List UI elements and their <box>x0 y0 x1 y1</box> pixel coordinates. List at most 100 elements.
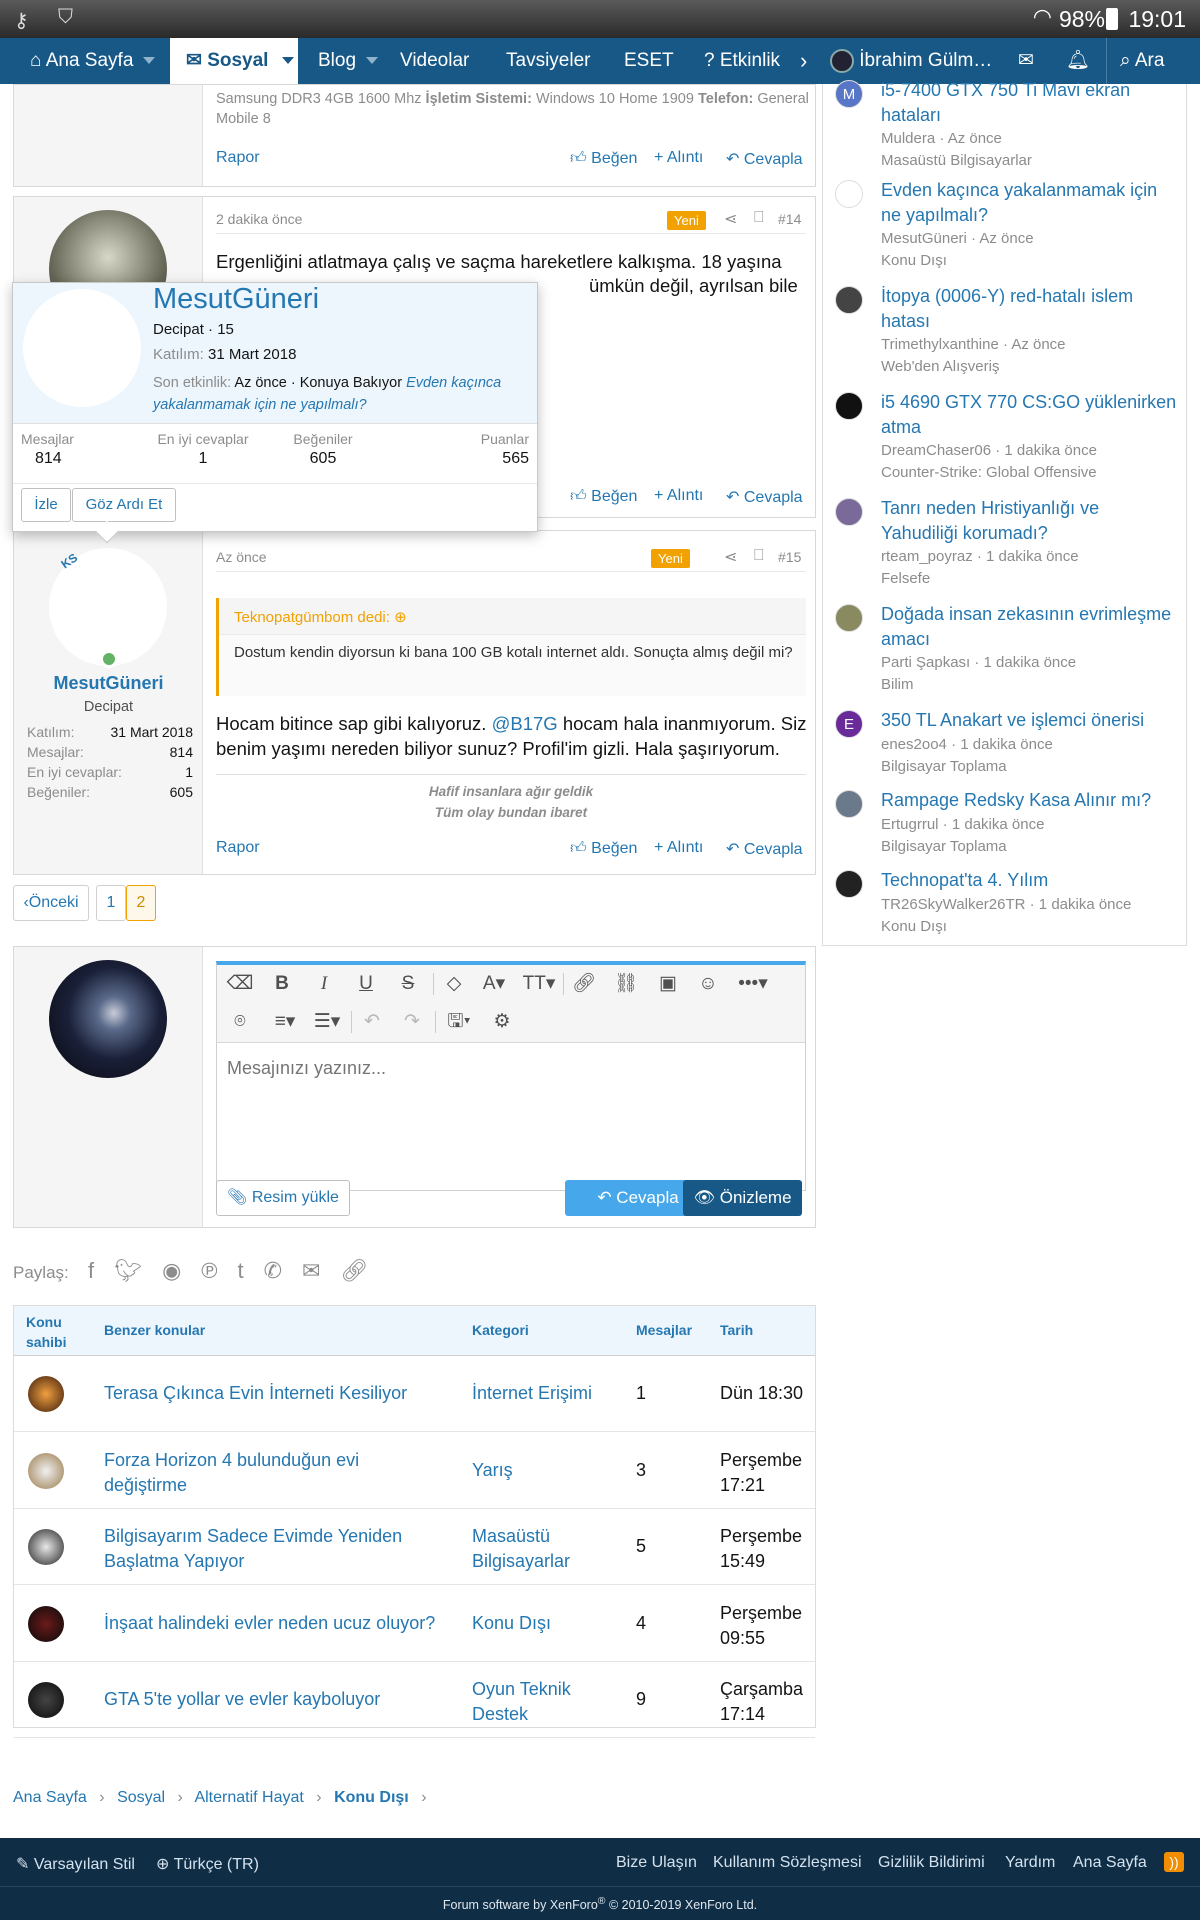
reply-button[interactable]: ↶ Cevapla <box>726 839 803 859</box>
new-post-title[interactable]: Evden kaçınca yakalanmamak için ne yapılm… <box>881 178 1181 228</box>
footer-contact[interactable]: Bize Ulaşın <box>616 1854 697 1872</box>
author-avatar[interactable] <box>835 498 863 526</box>
new-post-forum[interactable]: Counter-Strike: Global Offensive <box>881 464 1097 481</box>
thread-link[interactable]: GTA 5'te yollar ve evler kayboluyor <box>104 1687 454 1712</box>
footer-privacy[interactable]: Gizlilik Bildirimi <box>878 1854 985 1872</box>
footer-terms[interactable]: Kullanım Sözleşmesi <box>713 1854 862 1872</box>
settings-icon[interactable]: ⚙ <box>487 1007 517 1037</box>
my-avatar[interactable] <box>49 960 167 1078</box>
author-avatar[interactable] <box>835 870 863 898</box>
font-family-icon[interactable]: A▾ <box>479 969 509 999</box>
owner-avatar[interactable] <box>28 1376 64 1412</box>
thread-link[interactable]: Terasa Çıkınca Evin İnterneti Kesiliyor <box>104 1381 454 1406</box>
bookmark-icon[interactable]: ⎕ <box>754 547 764 565</box>
new-post-forum[interactable]: Konu Dışı <box>881 252 947 269</box>
owner-avatar[interactable] <box>28 1452 64 1489</box>
post-number[interactable]: #15 <box>778 549 801 565</box>
thread-link[interactable]: Forza Horizon 4 bulunduğun evi değiştirme <box>104 1448 454 1498</box>
unlink-icon[interactable]: ⛓︎ <box>611 969 641 999</box>
owner-avatar[interactable] <box>28 1682 64 1718</box>
author-avatar[interactable] <box>835 180 863 208</box>
share-icon[interactable]: ⋖ <box>724 209 737 229</box>
redo-icon[interactable]: ↷ <box>397 1007 427 1037</box>
pinterest-icon[interactable]: ℗ <box>201 1258 237 1283</box>
language-chooser[interactable]: ⊕ Türkçe (TR) <box>156 1854 259 1874</box>
footer-home[interactable]: Ana Sayfa <box>1073 1854 1147 1872</box>
category-link[interactable]: Konu Dışı <box>472 1611 622 1636</box>
post-number[interactable]: #14 <box>778 211 801 227</box>
new-post-title[interactable]: Technopat'ta 4. Yılım <box>881 868 1181 893</box>
new-post-title[interactable]: Rampage Redsky Kasa Alınır mı? <box>881 788 1181 813</box>
strikethrough-icon[interactable]: S <box>393 969 423 999</box>
ignore-button[interactable]: Göz Ardı Et <box>72 488 176 522</box>
quote-button[interactable]: + Alıntı <box>654 839 703 857</box>
nav-events[interactable]: ? Etkinlik <box>704 38 784 84</box>
italic-icon[interactable]: I <box>309 969 339 999</box>
link-icon[interactable]: 🔗︎ <box>340 1258 388 1283</box>
undo-icon[interactable]: ↶ <box>357 1007 387 1037</box>
username[interactable]: MesutGüneri <box>14 673 203 694</box>
like-button[interactable]: 👍︎ Beğen <box>570 839 637 858</box>
author-avatar[interactable]: E <box>835 710 863 738</box>
mention-link[interactable]: @B17G <box>492 713 558 734</box>
category-link[interactable]: Masaüstü Bilgisayarlar <box>472 1524 622 1574</box>
page-2-button[interactable]: 2 <box>126 885 156 921</box>
breadcrumb-item[interactable]: Konu Dışı <box>334 1789 409 1806</box>
new-post-forum[interactable]: Felsefe <box>881 570 930 587</box>
eraser-icon[interactable]: ⌫ <box>225 969 255 999</box>
reply-button[interactable]: ↶ Cevapla <box>726 487 803 507</box>
new-post-forum[interactable]: Web'den Alışveriş <box>881 358 999 375</box>
new-post-forum[interactable]: Bilgisayar Toplama <box>881 838 1007 855</box>
upload-image-button[interactable]: 📎︎ Resim yükle <box>216 1180 350 1216</box>
tooltip-avatar[interactable] <box>23 289 141 407</box>
align-icon[interactable]: ≡▾ <box>267 1007 303 1037</box>
follow-button[interactable]: İzle <box>21 488 71 522</box>
quote-button[interactable]: + Alıntı <box>654 149 703 167</box>
report-link[interactable]: Rapor <box>216 149 260 167</box>
font-size-icon[interactable]: TT▾ <box>521 969 557 999</box>
owner-avatar[interactable] <box>28 1529 64 1565</box>
breadcrumb-item[interactable]: Sosyal <box>117 1789 165 1806</box>
camera-icon[interactable]: ⌾ <box>225 1007 255 1037</box>
nav-eset[interactable]: ESET <box>624 38 674 84</box>
new-post-title[interactable]: 350 TL Anakart ve işlemci önerisi <box>881 708 1181 733</box>
page-1-button[interactable]: 1 <box>96 885 126 921</box>
new-post-forum[interactable]: Konu Dışı <box>881 918 947 935</box>
new-post-forum[interactable]: Bilgisayar Toplama <box>881 758 1007 775</box>
email-icon[interactable]: ✉ <box>302 1258 340 1283</box>
rss-icon[interactable]: )) <box>1164 1852 1184 1872</box>
nav-blog[interactable]: Blog <box>318 38 379 84</box>
preview-button[interactable]: 👁︎ Önizleme <box>683 1180 802 1216</box>
author-avatar[interactable] <box>835 790 863 818</box>
breadcrumb-item[interactable]: Alternatif Hayat <box>194 1789 303 1806</box>
nav-home[interactable]: ⌂ Ana Sayfa <box>30 38 156 84</box>
avatar[interactable]: KS <box>49 548 167 666</box>
category-link[interactable]: Yarış <box>472 1458 622 1483</box>
reply-button[interactable]: ↶ Cevapla <box>726 149 803 169</box>
new-post-title[interactable]: i5 4690 GTX 770 CS:GO yüklenirken atma <box>881 390 1181 440</box>
nav-scroll-right-icon[interactable]: › <box>800 38 807 84</box>
quote-button[interactable]: + Alıntı <box>654 487 703 505</box>
author-avatar[interactable] <box>835 604 863 632</box>
nav-videos[interactable]: Videolar <box>400 38 469 84</box>
new-post-title[interactable]: Doğada insan zekasının evrimleşme amacı <box>881 602 1181 652</box>
reddit-icon[interactable]: ◉ <box>162 1258 201 1283</box>
drafts-icon[interactable]: 🖫▾ <box>441 1007 477 1037</box>
smiley-icon[interactable]: ☺ <box>693 969 723 999</box>
share-icon[interactable]: ⋖ <box>724 547 737 567</box>
quote-author[interactable]: Teknopatgümbom dedi: ⊕ <box>234 608 407 626</box>
list-icon[interactable]: ☰▾ <box>309 1007 345 1037</box>
like-button[interactable]: 👍︎ Beğen <box>570 149 637 168</box>
new-post-title[interactable]: i5-7400 GTX 750 Ti Mavi ekran hataları <box>881 78 1181 128</box>
post-time[interactable]: 2 dakika önce <box>216 211 302 227</box>
underline-icon[interactable]: U <box>351 969 381 999</box>
nav-recommendations[interactable]: Tavsiyeler <box>506 38 590 84</box>
more-icon[interactable]: •••▾ <box>733 969 773 999</box>
tooltip-username[interactable]: MesutGüneri <box>153 283 319 316</box>
thread-link[interactable]: Bilgisayarım Sadece Evimde Yeniden Başlat… <box>104 1524 454 1574</box>
author-avatar[interactable] <box>835 392 863 420</box>
new-post-forum[interactable]: Bilim <box>881 676 914 693</box>
color-icon[interactable]: ◇ <box>439 969 469 999</box>
footer-help[interactable]: Yardım <box>1005 1854 1055 1872</box>
author-avatar[interactable]: M <box>835 80 863 108</box>
